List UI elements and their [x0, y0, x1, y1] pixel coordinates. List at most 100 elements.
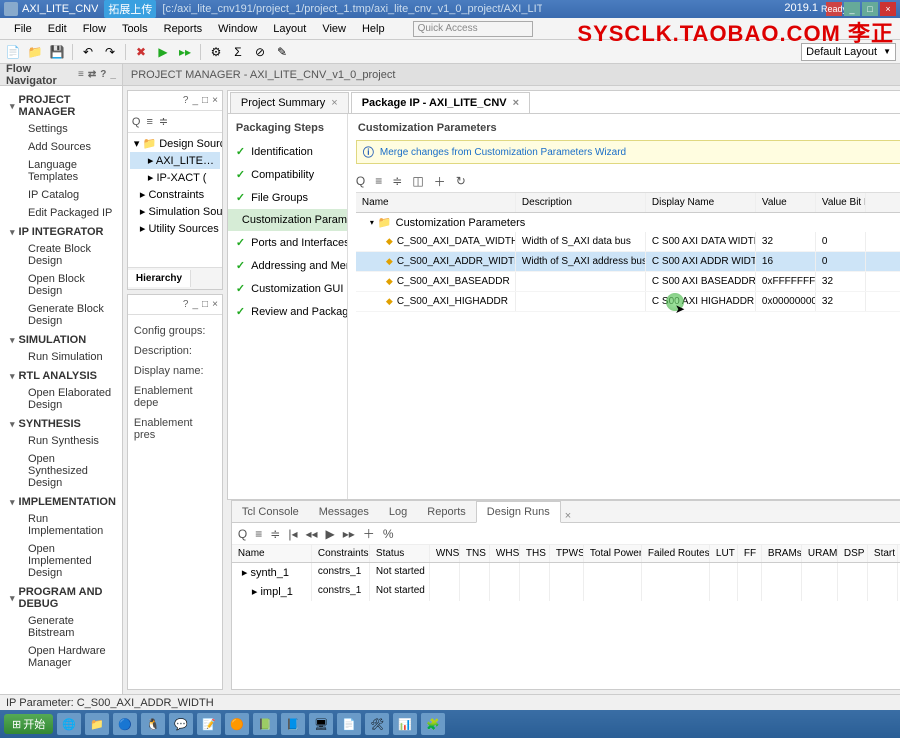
- flow-item[interactable]: Generate Block Design: [0, 300, 122, 330]
- new-icon[interactable]: 📄: [4, 43, 22, 61]
- taskbar-item[interactable]: 🌐: [57, 713, 81, 735]
- runs-column[interactable]: Total Power: [584, 545, 642, 562]
- runs-column[interactable]: Name: [232, 545, 312, 562]
- tree-row[interactable]: ▸ Simulation Sour: [130, 203, 220, 220]
- col-display-name[interactable]: Display Name: [646, 193, 756, 212]
- col-bit-length[interactable]: Value Bit Length: [816, 193, 866, 212]
- flow-section[interactable]: ▾ SYNTHESIS: [0, 414, 122, 432]
- flow-section[interactable]: ▾ SIMULATION: [0, 330, 122, 348]
- flow-item[interactable]: Open Hardware Manager: [0, 642, 122, 672]
- flow-item[interactable]: Open Implemented Design: [0, 540, 122, 582]
- pin-icon[interactable]: ⇄: [88, 69, 96, 80]
- taskbar-item[interactable]: 📘: [281, 713, 305, 735]
- packaging-step[interactable]: Customization Param: [228, 209, 347, 231]
- run-row[interactable]: ▸ impl_1constrs_1Not started: [232, 582, 900, 601]
- taskbar-item[interactable]: 🖥: [309, 713, 333, 735]
- help-icon[interactable]: ?: [100, 69, 106, 80]
- bottom-tab[interactable]: Design Runs: [476, 501, 561, 523]
- cancel-icon[interactable]: ⊘: [251, 43, 269, 61]
- close-icon[interactable]: ×: [212, 95, 218, 106]
- taskbar-item[interactable]: 💬: [169, 713, 193, 735]
- menu-tools[interactable]: Tools: [114, 20, 156, 38]
- packaging-step[interactable]: ✓Customization GUI: [228, 277, 347, 300]
- taskbar-item[interactable]: 🐧: [141, 713, 165, 735]
- flow-section[interactable]: ▾ IP INTEGRATOR: [0, 222, 122, 240]
- flow-item[interactable]: Run Synthesis: [0, 432, 122, 450]
- close-button[interactable]: ×: [880, 2, 896, 16]
- runs-column[interactable]: THS: [520, 545, 550, 562]
- step-icon[interactable]: ▸▸: [176, 43, 194, 61]
- quick-access-input[interactable]: Quick Access: [413, 21, 533, 37]
- tree-row[interactable]: ▾ 📁 Design Sources: [130, 135, 220, 152]
- expand-icon[interactable]: ≡: [375, 174, 382, 188]
- minimize-icon[interactable]: _: [192, 299, 198, 310]
- tree-row[interactable]: ▸ AXI_LITE…: [130, 152, 220, 169]
- merge-changes-link[interactable]: Merge changes from Customization Paramet…: [380, 147, 626, 158]
- tree-row[interactable]: ▸ Utility Sources: [130, 220, 220, 237]
- menu-reports[interactable]: Reports: [156, 20, 211, 38]
- runs-column[interactable]: TNS: [460, 545, 490, 562]
- taskbar-item[interactable]: 📗: [253, 713, 277, 735]
- param-row[interactable]: ◆C_S00_AXI_HIGHADDRC S00 AXI HIGHADDR0x0…: [356, 292, 900, 312]
- maximize-icon[interactable]: □: [202, 95, 208, 106]
- close-tab-icon[interactable]: ×: [565, 510, 571, 522]
- flow-item[interactable]: IP Catalog: [0, 186, 122, 204]
- taskbar-item[interactable]: 📊: [393, 713, 417, 735]
- flow-item[interactable]: Create Block Design: [0, 240, 122, 270]
- packaging-step[interactable]: ✓File Groups: [228, 186, 347, 209]
- percent-icon[interactable]: %: [383, 527, 394, 541]
- maximize-button[interactable]: □: [862, 2, 878, 16]
- flow-item[interactable]: Add Sources: [0, 138, 122, 156]
- menu-edit[interactable]: Edit: [40, 20, 75, 38]
- menu-layout[interactable]: Layout: [265, 20, 314, 38]
- add-icon[interactable]: ＋: [434, 173, 446, 190]
- flow-section[interactable]: ▾ PROGRAM AND DEBUG: [0, 582, 122, 612]
- bottom-tab[interactable]: Reports: [417, 502, 476, 522]
- report-icon[interactable]: Σ: [229, 43, 247, 61]
- editor-tab[interactable]: Package IP - AXI_LITE_CNV×: [351, 92, 530, 113]
- close-icon[interactable]: _: [110, 69, 116, 80]
- runs-column[interactable]: Constraints: [312, 545, 370, 562]
- taskbar-item[interactable]: 📝: [197, 713, 221, 735]
- flow-item[interactable]: Generate Bitstream: [0, 612, 122, 642]
- prev-icon[interactable]: ◂◂: [305, 527, 317, 541]
- runs-column[interactable]: TPWS: [550, 545, 584, 562]
- collapse-icon[interactable]: ≑: [159, 115, 168, 128]
- flow-section[interactable]: ▾ RTL ANALYSIS: [0, 366, 122, 384]
- runs-column[interactable]: WNS: [430, 545, 460, 562]
- flow-item[interactable]: Language Templates: [0, 156, 122, 186]
- runs-column[interactable]: URAM: [802, 545, 838, 562]
- flow-item[interactable]: Open Synthesized Design: [0, 450, 122, 492]
- first-icon[interactable]: |◂: [288, 527, 297, 541]
- packaging-step[interactable]: ✓Addressing and Mem: [228, 254, 347, 277]
- flow-item[interactable]: Run Implementation: [0, 510, 122, 540]
- close-tab-icon[interactable]: ×: [331, 97, 337, 109]
- flow-item[interactable]: Open Elaborated Design: [0, 384, 122, 414]
- bottom-tab[interactable]: Tcl Console: [232, 502, 309, 522]
- start-button[interactable]: ⊞ 开始: [4, 714, 53, 734]
- bottom-tab[interactable]: Log: [379, 502, 417, 522]
- collapse-icon[interactable]: ≑: [270, 527, 280, 541]
- close-tab-icon[interactable]: ×: [513, 97, 519, 109]
- run-icon[interactable]: ▶: [154, 43, 172, 61]
- col-description[interactable]: Description: [516, 193, 646, 212]
- runs-column[interactable]: Start: [868, 545, 898, 562]
- play-icon[interactable]: ▶: [326, 527, 335, 541]
- taskbar-item[interactable]: 🛠: [365, 713, 389, 735]
- runs-column[interactable]: DSP: [838, 545, 868, 562]
- param-row[interactable]: ◆C_S00_AXI_ADDR_WIDTHWidth of S_AXI addr…: [356, 252, 900, 272]
- bottom-tab[interactable]: Messages: [309, 502, 379, 522]
- expand-icon[interactable]: ≡: [255, 527, 262, 541]
- search-icon[interactable]: Q: [238, 527, 247, 541]
- flow-section[interactable]: ▾ PROJECT MANAGER: [0, 90, 122, 120]
- runs-column[interactable]: FF: [738, 545, 762, 562]
- packaging-step[interactable]: ✓Identification: [228, 140, 347, 163]
- flow-item[interactable]: Settings: [0, 120, 122, 138]
- undo-icon[interactable]: ↶: [79, 43, 97, 61]
- settings-icon[interactable]: ⚙: [207, 43, 225, 61]
- runs-column[interactable]: Status: [370, 545, 430, 562]
- tool-icon[interactable]: ✎: [273, 43, 291, 61]
- taskbar-item[interactable]: 📄: [337, 713, 361, 735]
- help-icon[interactable]: ?: [183, 299, 189, 310]
- menu-window[interactable]: Window: [210, 20, 265, 38]
